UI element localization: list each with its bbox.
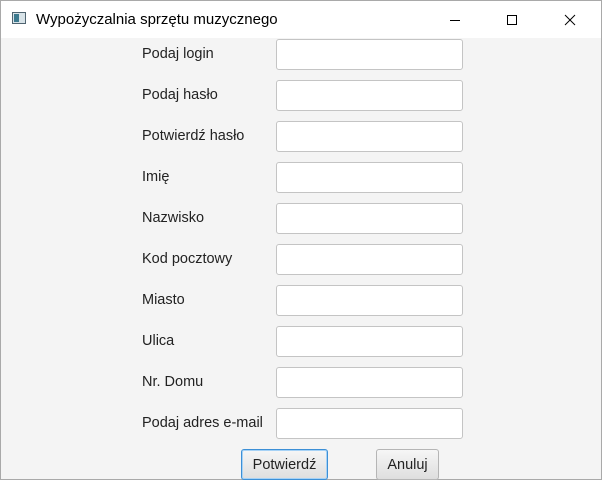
app-icon: [12, 12, 26, 24]
minimize-button[interactable]: [432, 1, 478, 38]
city-input[interactable]: [276, 285, 463, 316]
window-title: Wypożyczalnia sprzętu muzycznego: [36, 11, 278, 28]
street-input[interactable]: [276, 326, 463, 357]
last-name-input[interactable]: [276, 203, 463, 234]
app-window: Wypożyczalnia sprzętu muzycznego Podaj l…: [0, 0, 602, 480]
first-name-input[interactable]: [276, 162, 463, 193]
house-number-input[interactable]: [276, 367, 463, 398]
title-bar[interactable]: Wypożyczalnia sprzętu muzycznego: [1, 1, 601, 38]
last-name-label: Nazwisko: [142, 210, 205, 226]
close-icon: [564, 14, 576, 25]
minimize-icon: [450, 19, 460, 21]
email-input[interactable]: [276, 408, 463, 439]
city-label: Miasto: [142, 292, 185, 308]
password-label: Podaj hasło: [142, 87, 218, 103]
password-input[interactable]: [276, 80, 463, 111]
login-label: Podaj login: [142, 46, 214, 62]
maximize-icon: [507, 14, 517, 25]
email-label: Podaj adres e-mail: [142, 415, 263, 431]
close-button[interactable]: [547, 1, 593, 38]
maximize-button[interactable]: [489, 1, 535, 38]
first-name-label: Imię: [142, 169, 170, 185]
street-label: Ulica: [142, 333, 175, 349]
confirm-password-input[interactable]: [276, 121, 463, 152]
confirm-password-label: Potwierdź hasło: [142, 128, 245, 144]
confirm-button[interactable]: Potwierdź: [241, 449, 328, 480]
postal-code-label: Kod pocztowy: [142, 251, 233, 267]
cancel-button[interactable]: Anuluj: [376, 449, 439, 480]
postal-code-input[interactable]: [276, 244, 463, 275]
house-number-label: Nr. Domu: [142, 374, 204, 390]
login-input[interactable]: [276, 39, 463, 70]
